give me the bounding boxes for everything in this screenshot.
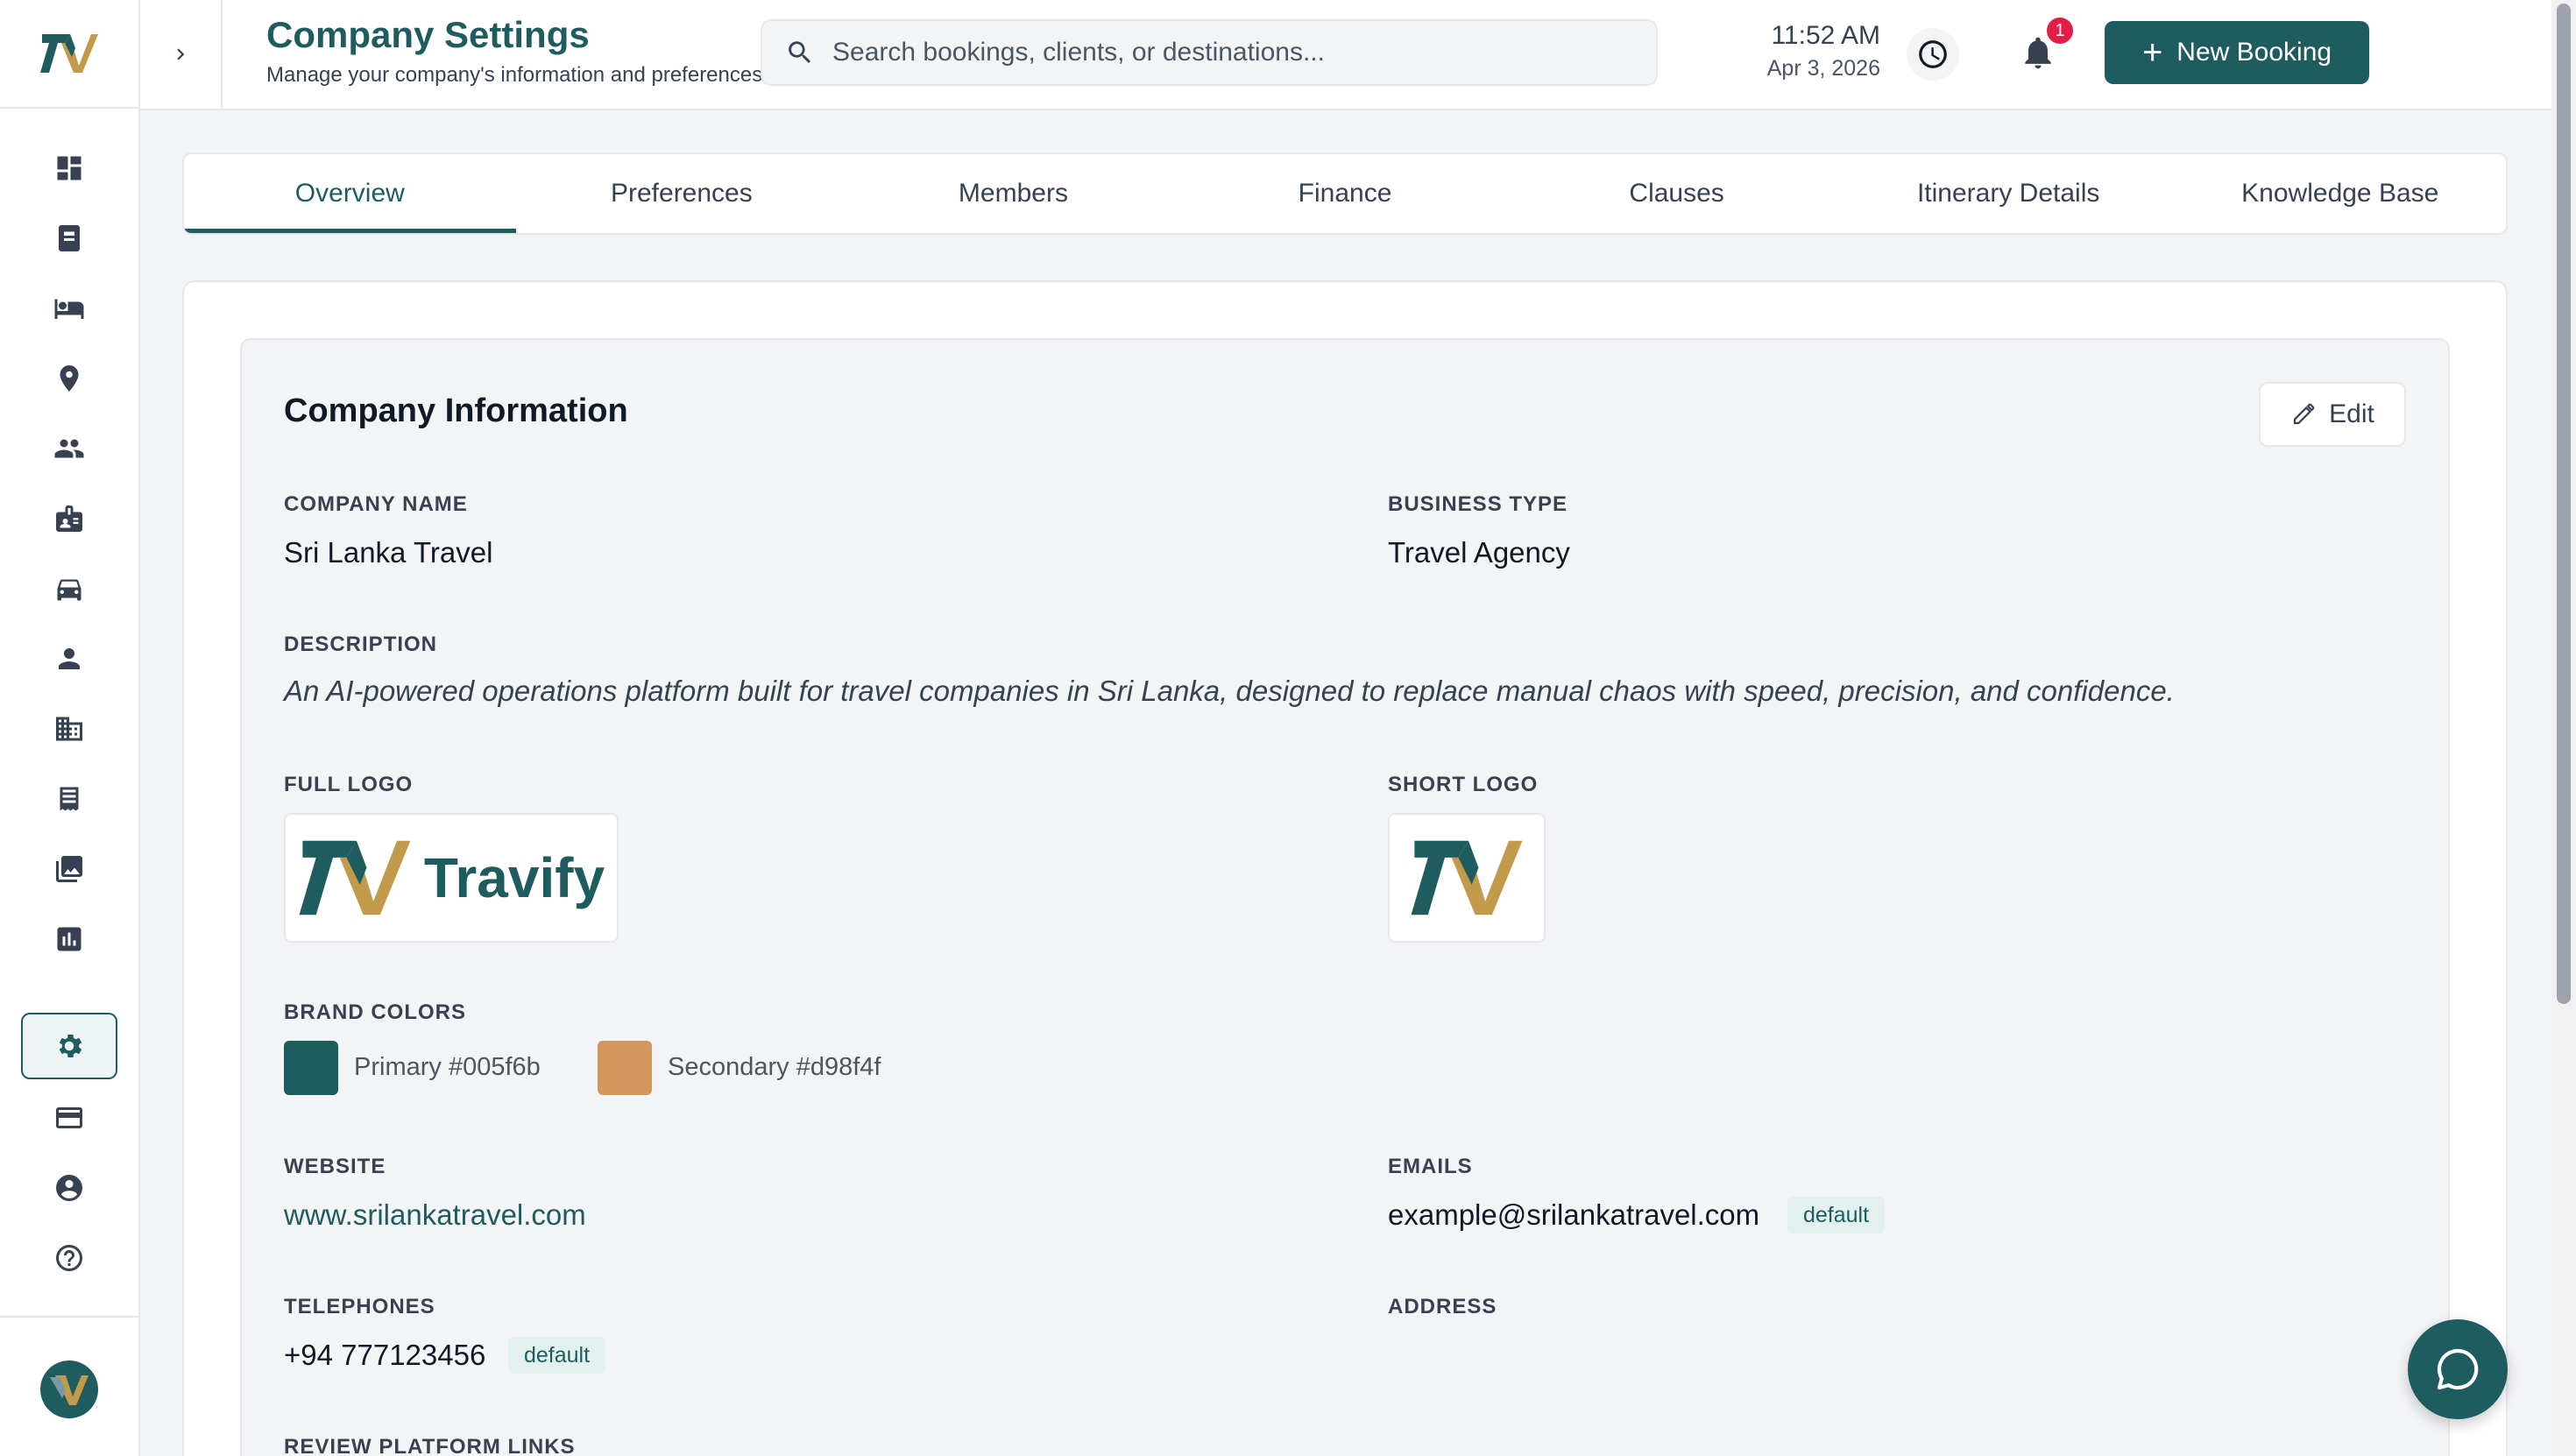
email-value: example@srilankatravel.com [1388,1198,1760,1231]
pencil-icon [2294,403,2315,425]
travify-mark-icon [40,34,98,73]
chat-button[interactable] [2408,1319,2508,1419]
address-label: ADDRESS [1388,1295,1497,1318]
id-badge-icon[interactable] [52,501,87,536]
photo-library-icon[interactable] [52,852,87,887]
scrollbar-thumb[interactable] [2557,4,2571,1004]
help-icon[interactable] [52,1240,87,1276]
clock-time: 11:52 AM [1771,21,1880,50]
sidebar-divider [0,1316,138,1318]
company-name-value: Sri Lanka Travel [284,536,493,569]
business-type-label: BUSINESS TYPE [1388,492,1568,516]
tab-knowledge-base[interactable]: Knowledge Base [2174,154,2506,233]
chevron-right-icon [177,48,185,60]
travify-mark-icon [1411,840,1523,915]
short-logo-label: SHORT LOGO [1388,773,1539,796]
telephones-label: TELEPHONES [284,1295,435,1318]
gear-icon[interactable] [52,1028,87,1064]
brand-logo[interactable] [0,0,138,109]
email-default-badge: default [1787,1197,1886,1233]
tab-members[interactable]: Members [847,154,1179,233]
business-type-value: Travel Agency [1388,536,1570,569]
telephone-default-badge: default [508,1337,606,1374]
primary-color-swatch [284,1041,338,1095]
travify-mark-icon [299,840,411,915]
sidebar [0,0,140,1456]
emails-label: EMAILS [1388,1155,1473,1178]
account-circle-icon[interactable] [52,1170,87,1205]
dashboard-icon[interactable] [52,151,87,186]
review-links-label: REVIEW PLATFORM LINKS [284,1435,576,1456]
edit-label: Edit [2329,399,2374,428]
people-icon[interactable] [52,431,87,466]
avatar-mark-icon [50,1375,88,1405]
search-bar[interactable] [761,19,1658,86]
page-subtitle: Manage your company's information and pr… [266,63,768,87]
chat-bubble-icon [2437,1348,2479,1390]
brand-colors-label: BRAND COLORS [284,1000,466,1024]
secondary-color-label: Secondary #d98f4f [668,1053,881,1081]
full-logo-text: Travify [423,846,605,909]
clock-date: Apr 3, 2026 [1766,56,1880,81]
company-name-label: COMPANY NAME [284,492,468,516]
tab-overview[interactable]: Overview [184,154,516,233]
search-icon [789,41,811,64]
bar-chart-icon[interactable] [52,922,87,957]
short-logo [1388,813,1546,943]
telephone-value: +94 777123456 [284,1339,486,1371]
booking-icon[interactable] [52,221,87,256]
credit-card-icon[interactable] [52,1100,87,1135]
secondary-color-swatch [598,1041,652,1095]
new-booking-label: New Booking [2176,38,2332,67]
section-title: Company Information [284,392,628,429]
location-pin-icon[interactable] [52,361,87,396]
tab-itinerary-details[interactable]: Itinerary Details [1843,154,2175,233]
website-link[interactable]: www.srilankatravel.com [284,1198,586,1232]
primary-color-label: Primary #005f6b [354,1053,541,1081]
website-label: WEBSITE [284,1155,386,1178]
edit-button[interactable]: Edit [2259,382,2406,447]
sidebar-toggle-button[interactable] [140,0,223,109]
hotel-bed-icon[interactable] [52,291,87,326]
clock-button[interactable] [1907,28,1959,81]
receipt-icon[interactable] [52,781,87,816]
building-icon[interactable] [52,711,87,746]
full-logo-label: FULL LOGO [284,773,414,796]
full-logo: Travify [284,813,619,943]
settings-tabs: Overview Preferences Members Finance Cla… [182,152,2508,235]
tab-preferences[interactable]: Preferences [516,154,848,233]
tab-finance[interactable]: Finance [1179,154,1511,233]
tab-clauses[interactable]: Clauses [1511,154,1843,233]
notification-badge: 1 [2047,18,2073,44]
car-icon[interactable] [52,571,87,606]
person-icon[interactable] [52,641,87,676]
clock-icon [1919,40,1947,68]
description-value: An AI-powered operations platform built … [284,675,2175,707]
page-title: Company Settings [266,14,590,55]
new-booking-button[interactable]: + New Booking [2105,21,2369,84]
description-label: DESCRIPTION [284,633,438,656]
avatar[interactable] [40,1361,98,1418]
search-input[interactable] [832,38,1621,67]
plus-icon: + [2141,33,2163,72]
